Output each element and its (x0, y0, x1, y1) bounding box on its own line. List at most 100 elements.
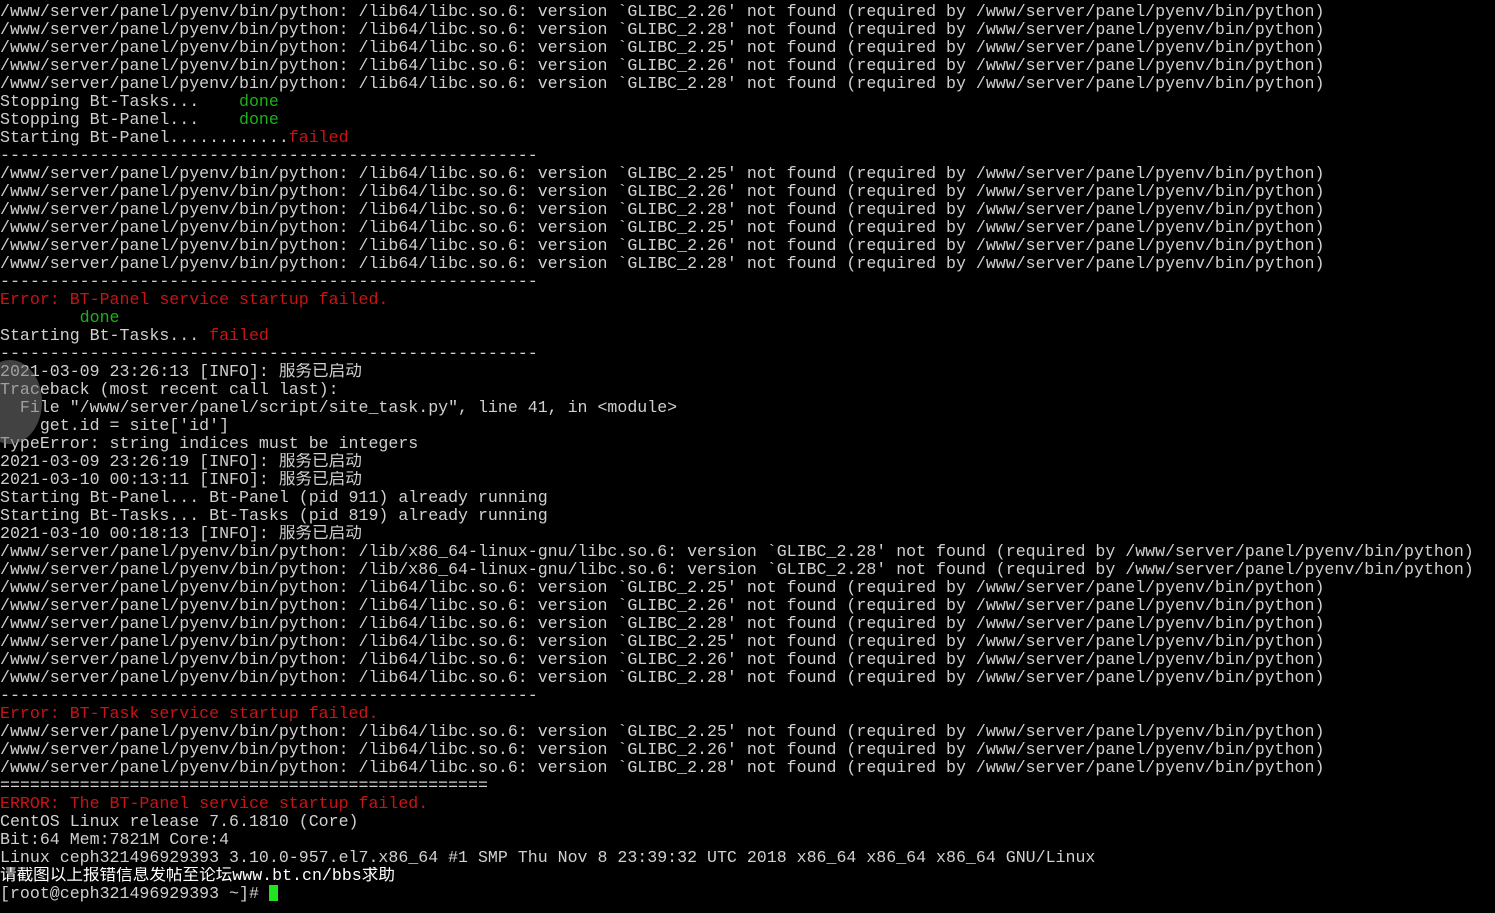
terminal-text-red: failed (288, 129, 349, 147)
terminal-text-default: /www/server/panel/pyenv/bin/python: /lib… (0, 759, 1325, 777)
terminal-line: File "/www/server/panel/script/site_task… (0, 399, 1495, 417)
terminal-line: ----------------------------------------… (0, 687, 1495, 705)
terminal-line: /www/server/panel/pyenv/bin/python: /lib… (0, 39, 1495, 57)
terminal-text-default: TypeError: string indices must be intege… (0, 435, 419, 453)
terminal-line: /www/server/panel/pyenv/bin/python: /lib… (0, 633, 1495, 651)
terminal-line: /www/server/panel/pyenv/bin/python: /lib… (0, 543, 1495, 561)
terminal-line: /www/server/panel/pyenv/bin/python: /lib… (0, 3, 1495, 21)
terminal-line: /www/server/panel/pyenv/bin/python: /lib… (0, 255, 1495, 273)
terminal-text-white: 请截图以上报错信息发帖至论坛www.bt.cn/bbs求助 (0, 867, 395, 885)
terminal-text-red: Error: BT-Panel service startup failed. (0, 291, 389, 309)
terminal-line: ========================================… (0, 777, 1495, 795)
terminal-text-red: Error: BT-Task service startup failed. (0, 705, 379, 723)
terminal-line: /www/server/panel/pyenv/bin/python: /lib… (0, 183, 1495, 201)
terminal-text-red: ERROR: The BT-Panel service startup fail… (0, 795, 429, 813)
text-cursor (268, 885, 278, 901)
terminal-line: /www/server/panel/pyenv/bin/python: /lib… (0, 21, 1495, 39)
terminal-line: 2021-03-09 23:26:13 [INFO]: 服务已启动 (0, 363, 1495, 381)
terminal-line: get.id = site['id'] (0, 417, 1495, 435)
terminal-text-default: CentOS Linux release 7.6.1810 (Core) (0, 813, 359, 831)
terminal-text-default: /www/server/panel/pyenv/bin/python: /lib… (0, 237, 1325, 255)
terminal-text-red: failed (209, 327, 269, 345)
terminal-text-default: 2021-03-09 23:26:13 [INFO]: 服务已启动 (0, 363, 362, 381)
terminal-text-default: /www/server/panel/pyenv/bin/python: /lib… (0, 741, 1325, 759)
terminal-line: Error: BT-Task service startup failed. (0, 705, 1495, 723)
terminal-line: Stopping Bt-Panel... done (0, 111, 1495, 129)
terminal-text-default: Stopping Bt-Tasks... (0, 93, 239, 111)
terminal-line: 请截图以上报错信息发帖至论坛www.bt.cn/bbs求助 (0, 867, 1495, 885)
terminal-text-default: /www/server/panel/pyenv/bin/python: /lib… (0, 75, 1325, 93)
terminal-text-default: /www/server/panel/pyenv/bin/python: /lib… (0, 561, 1474, 579)
terminal-line: done (0, 309, 1495, 327)
terminal-line: /www/server/panel/pyenv/bin/python: /lib… (0, 237, 1495, 255)
terminal-line: ----------------------------------------… (0, 147, 1495, 165)
terminal-line: ERROR: The BT-Panel service startup fail… (0, 795, 1495, 813)
terminal-text-default: /www/server/panel/pyenv/bin/python: /lib… (0, 633, 1325, 651)
terminal-text-default: Traceback (most recent call last): (0, 381, 339, 399)
terminal-text-default: ----------------------------------------… (0, 273, 538, 291)
terminal-line: Starting Bt-Tasks... failed (0, 327, 1495, 345)
terminal-text-default: Starting Bt-Tasks... Bt-Tasks (pid 819) … (0, 507, 548, 525)
terminal-text-default: 2021-03-09 23:26:19 [INFO]: 服务已启动 (0, 453, 362, 471)
terminal-line: Linux ceph321496929393 3.10.0-957.el7.x8… (0, 849, 1495, 867)
terminal-text-default: Stopping Bt-Panel... (0, 111, 239, 129)
terminal-text-default: /www/server/panel/pyenv/bin/python: /lib… (0, 57, 1325, 75)
terminal-line: Starting Bt-Panel............failed (0, 129, 1495, 147)
terminal-line: Starting Bt-Panel... Bt-Panel (pid 911) … (0, 489, 1495, 507)
terminal-text-default: Starting Bt-Panel............ (0, 129, 289, 147)
terminal-text-default: 2021-03-10 00:13:11 [INFO]: 服务已启动 (0, 471, 362, 489)
terminal-line: /www/server/panel/pyenv/bin/python: /lib… (0, 579, 1495, 597)
terminal-text-green: done (239, 93, 279, 111)
terminal-line: Error: BT-Panel service startup failed. (0, 291, 1495, 309)
terminal-text-default: ----------------------------------------… (0, 345, 538, 363)
terminal-text-default: 2021-03-10 00:18:13 [INFO]: 服务已启动 (0, 525, 362, 543)
terminal-line: /www/server/panel/pyenv/bin/python: /lib… (0, 219, 1495, 237)
terminal-text-default: /www/server/panel/pyenv/bin/python: /lib… (0, 597, 1325, 615)
terminal-line: 2021-03-09 23:26:19 [INFO]: 服务已启动 (0, 453, 1495, 471)
terminal-output[interactable]: /www/server/panel/pyenv/bin/python: /lib… (0, 3, 1495, 913)
terminal-line: /www/server/panel/pyenv/bin/python: /lib… (0, 723, 1495, 741)
terminal-text-default: Linux ceph321496929393 3.10.0-957.el7.x8… (0, 849, 1096, 867)
terminal-line: /www/server/panel/pyenv/bin/python: /lib… (0, 615, 1495, 633)
terminal-line: CentOS Linux release 7.6.1810 (Core) (0, 813, 1495, 831)
terminal-text-default: /www/server/panel/pyenv/bin/python: /lib… (0, 543, 1474, 561)
terminal-line: /www/server/panel/pyenv/bin/python: /lib… (0, 165, 1495, 183)
terminal-text-default: /www/server/panel/pyenv/bin/python: /lib… (0, 39, 1325, 57)
terminal-text-green: done (239, 111, 279, 129)
terminal-text-default: Starting Bt-Tasks... (0, 327, 210, 345)
terminal-line: TypeError: string indices must be intege… (0, 435, 1495, 453)
terminal-text-default: /www/server/panel/pyenv/bin/python: /lib… (0, 255, 1325, 273)
terminal-text-default: /www/server/panel/pyenv/bin/python: /lib… (0, 165, 1325, 183)
prompt-line[interactable]: [root@ceph321496929393 ~]# (0, 885, 1495, 903)
terminal-text-default: ========================================… (0, 777, 488, 795)
terminal-text-default: ----------------------------------------… (0, 687, 538, 705)
terminal-line: /www/server/panel/pyenv/bin/python: /lib… (0, 57, 1495, 75)
terminal-line: /www/server/panel/pyenv/bin/python: /lib… (0, 651, 1495, 669)
terminal-line: Bit:64 Mem:7821M Core:4 (0, 831, 1495, 849)
terminal-text-default: /www/server/panel/pyenv/bin/python: /lib… (0, 615, 1325, 633)
terminal-text-default: File "/www/server/panel/script/site_task… (0, 399, 678, 417)
terminal-line: ----------------------------------------… (0, 273, 1495, 291)
shell-prompt: [root@ceph321496929393 ~]# (0, 885, 269, 903)
terminal-text-default: /www/server/panel/pyenv/bin/python: /lib… (0, 21, 1325, 39)
terminal-text-default: /www/server/panel/pyenv/bin/python: /lib… (0, 669, 1325, 687)
terminal-line: /www/server/panel/pyenv/bin/python: /lib… (0, 561, 1495, 579)
terminal-line: 2021-03-10 00:13:11 [INFO]: 服务已启动 (0, 471, 1495, 489)
terminal-text-default: ----------------------------------------… (0, 147, 538, 165)
terminal-text-default: /www/server/panel/pyenv/bin/python: /lib… (0, 219, 1325, 237)
terminal-line: /www/server/panel/pyenv/bin/python: /lib… (0, 75, 1495, 93)
terminal-line: 2021-03-10 00:18:13 [INFO]: 服务已启动 (0, 525, 1495, 543)
terminal-line: Stopping Bt-Tasks... done (0, 93, 1495, 111)
terminal-line: ----------------------------------------… (0, 345, 1495, 363)
terminal-text-green: done (79, 309, 120, 327)
terminal-line: /www/server/panel/pyenv/bin/python: /lib… (0, 597, 1495, 615)
terminal-line: Starting Bt-Tasks... Bt-Tasks (pid 819) … (0, 507, 1495, 525)
terminal-text-default (0, 309, 80, 327)
terminal-text-default: Bit:64 Mem:7821M Core:4 (0, 831, 230, 849)
terminal-text-default: /www/server/panel/pyenv/bin/python: /lib… (0, 579, 1325, 597)
terminal-text-default: /www/server/panel/pyenv/bin/python: /lib… (0, 651, 1325, 669)
terminal-line: /www/server/panel/pyenv/bin/python: /lib… (0, 669, 1495, 687)
terminal-line: Traceback (most recent call last): (0, 381, 1495, 399)
terminal-text-default: /www/server/panel/pyenv/bin/python: /lib… (0, 183, 1325, 201)
terminal-text-default: Starting Bt-Panel... Bt-Panel (pid 911) … (0, 489, 548, 507)
